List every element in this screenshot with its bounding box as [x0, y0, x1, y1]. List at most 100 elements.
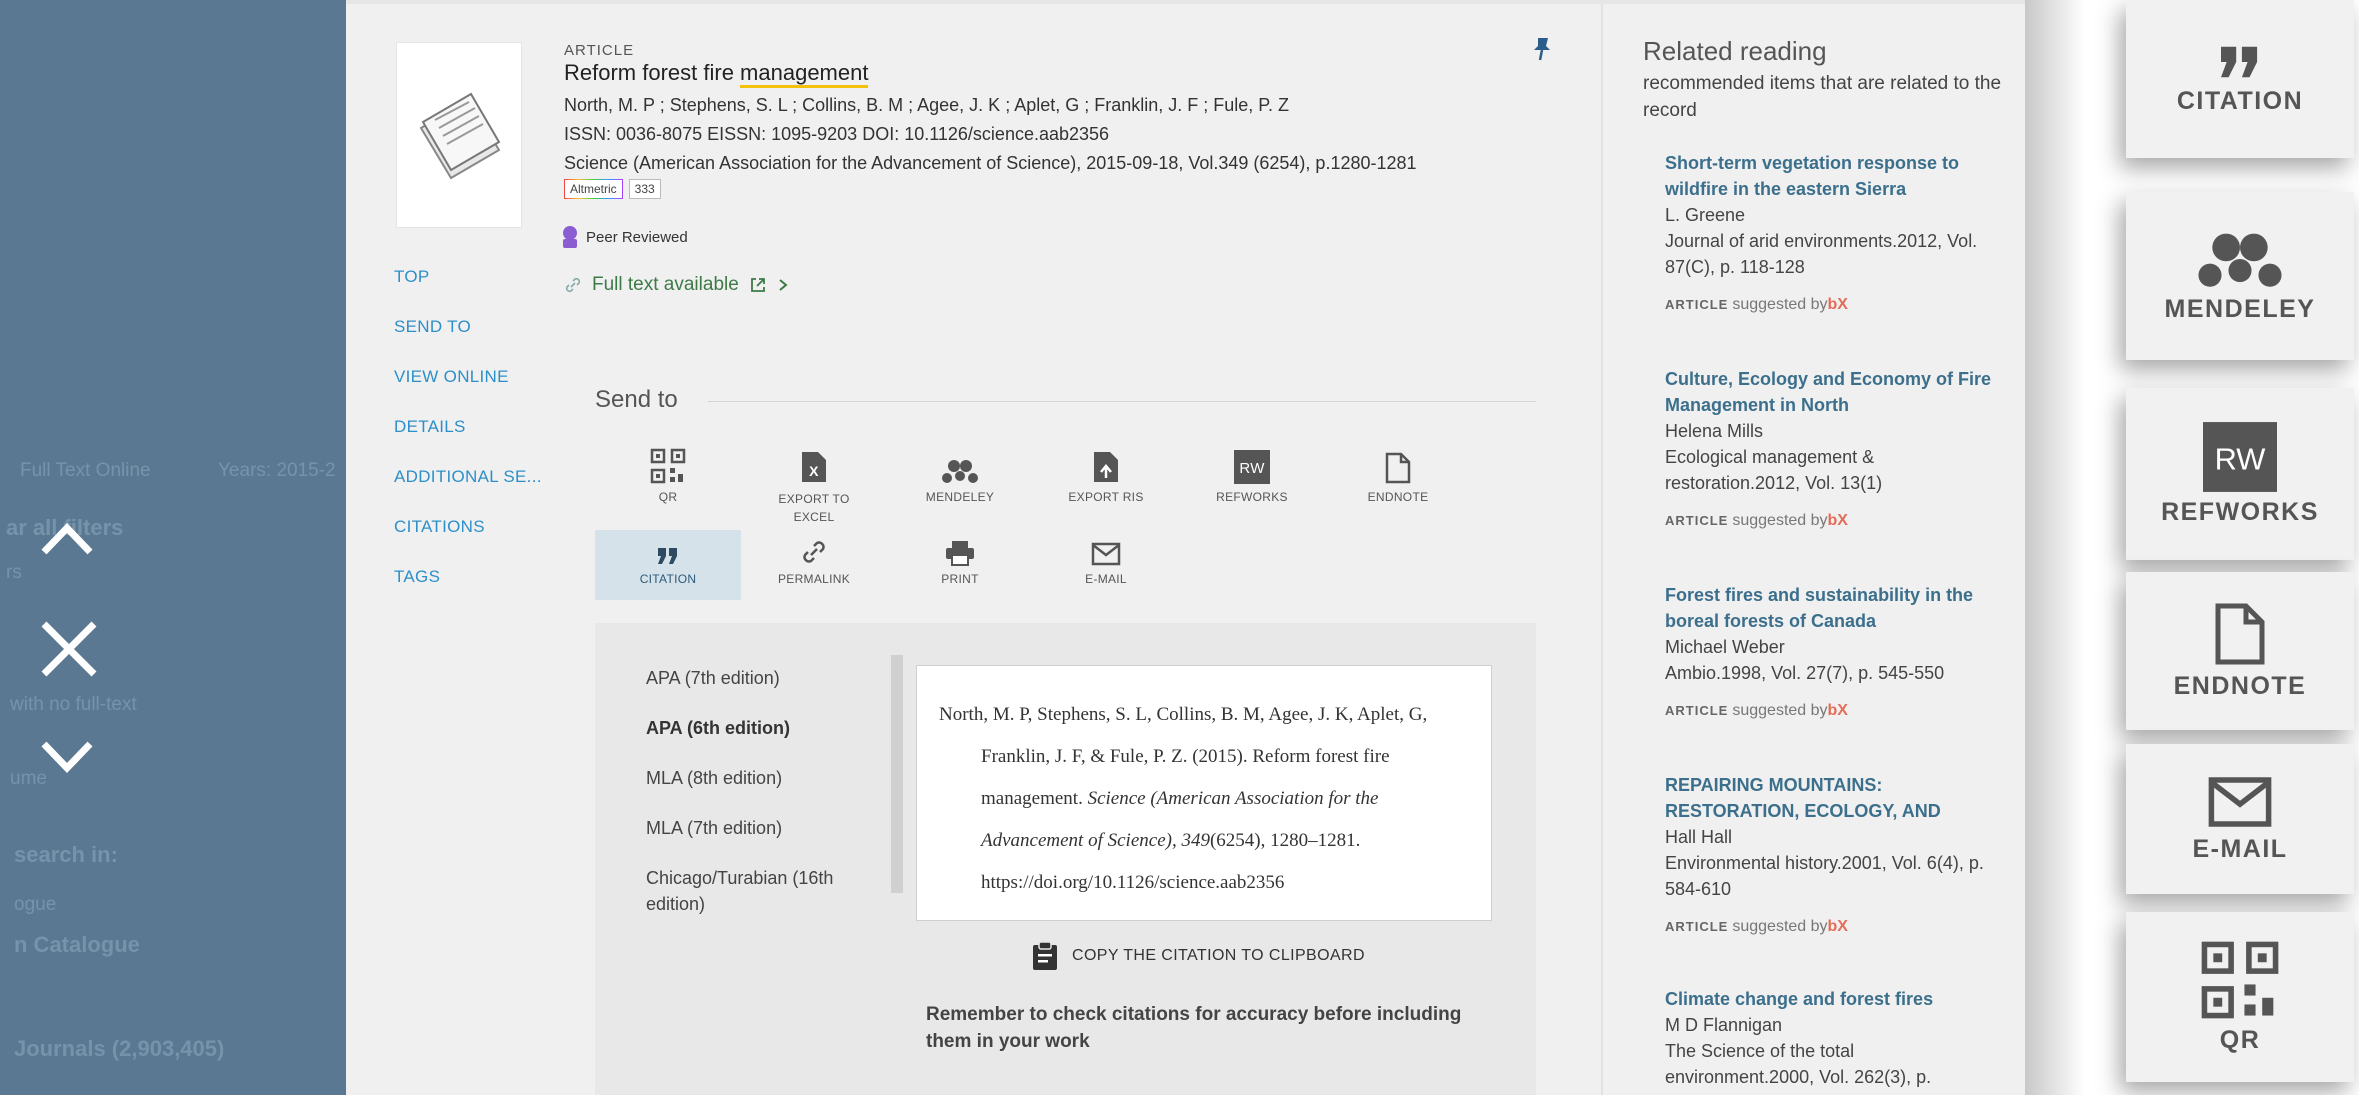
tile-refworks-label: REFWORKS: [2161, 497, 2319, 526]
citation-style-option[interactable]: APA (7th edition): [646, 665, 876, 691]
nav-additional-services[interactable]: ADDITIONAL SE...: [394, 467, 542, 487]
related-item-title[interactable]: Culture, Ecology and Economy of Fire Man…: [1665, 366, 1995, 418]
nav-view-online[interactable]: VIEW ONLINE: [394, 367, 509, 387]
related-item-title[interactable]: Forest fires and sustainability in the b…: [1665, 582, 1995, 634]
chevron-right-icon: [779, 279, 788, 291]
tile-email[interactable]: E-MAIL: [2126, 744, 2354, 894]
record-title-text: Reform forest fire: [564, 60, 741, 85]
suggested-type: ARTICLE: [1665, 919, 1729, 934]
tile-mendeley-label: MENDELEY: [2164, 294, 2316, 323]
action-endnote[interactable]: ENDNOTE: [1325, 444, 1471, 504]
citation-panel: APA (7th edition) APA (6th edition) MLA …: [595, 623, 1536, 1095]
bx-logo: bX: [1827, 702, 1848, 719]
bx-logo: bX: [1827, 918, 1848, 935]
tile-qr[interactable]: QR: [2126, 912, 2354, 1082]
print-icon: [946, 541, 974, 566]
pin-icon: [1534, 38, 1550, 61]
citation-styles-scrollbar[interactable]: [891, 655, 903, 893]
citation-text-box[interactable]: North, M. P, Stephens, S. L, Collins, B.…: [916, 665, 1492, 921]
action-export-ris-label: EXPORT RIS: [1068, 490, 1144, 504]
mendeley-icon: [2198, 233, 2282, 287]
suggested-text: suggested by: [1732, 702, 1828, 719]
close-icon: [41, 621, 97, 677]
ghost-filter-text: with no full-text: [10, 694, 137, 715]
suggested-text: suggested by: [1732, 512, 1828, 529]
record-title[interactable]: Reform forest fire management: [564, 60, 869, 88]
svg-text:RW: RW: [1239, 460, 1265, 477]
action-email[interactable]: E-MAIL: [1033, 542, 1179, 586]
action-permalink[interactable]: PERMALINK: [741, 541, 887, 586]
tile-qr-label: QR: [2219, 1025, 2261, 1054]
related-reading-title: Related reading: [1643, 36, 1827, 66]
mail-icon: [2208, 776, 2272, 827]
citation-style-option[interactable]: Chicago/Turabian (16th edition): [646, 865, 856, 917]
ghost-filter-text: Years: 2015-2: [218, 460, 336, 481]
results-overlay: Full Text Online Years: 2015-2 ar all fi…: [0, 0, 346, 1095]
related-item-title[interactable]: REPAIRING MOUNTAINS: RESTORATION, ECOLOG…: [1665, 772, 1995, 824]
related-item-title[interactable]: Climate change and forest fires: [1665, 986, 1995, 1012]
tile-endnote[interactable]: ENDNOTE: [2126, 572, 2354, 730]
related-item-suggested: ARTICLE suggested bybX: [1665, 292, 1995, 318]
record-thumbnail: [396, 42, 522, 228]
suggested-text: suggested by: [1732, 918, 1828, 935]
tile-citation-label: CITATION: [2176, 86, 2304, 115]
qr-icon: [650, 448, 686, 484]
nav-tags[interactable]: TAGS: [394, 567, 440, 587]
tile-refworks[interactable]: RW REFWORKS: [2126, 388, 2354, 560]
tile-endnote-label: ENDNOTE: [2173, 671, 2307, 700]
next-record-button[interactable]: [38, 738, 96, 776]
mail-icon: [1091, 542, 1121, 566]
close-record-button[interactable]: [38, 618, 100, 680]
nav-citations[interactable]: CITATIONS: [394, 517, 485, 537]
copy-citation-button[interactable]: COPY THE CITATION TO CLIPBOARD: [1032, 941, 1365, 971]
citation-reminder: Remember to check citations for accuracy…: [926, 1004, 1462, 1052]
action-permalink-label: PERMALINK: [777, 572, 851, 586]
peer-reviewed-badge: Peer Reviewed: [560, 225, 688, 249]
send-to-divider: [708, 401, 1536, 402]
related-item-suggested: ARTICLE suggested bybX: [1665, 914, 1995, 940]
ghost-filter-text: rs: [6, 562, 22, 583]
action-citation-label: CITATION: [639, 572, 697, 586]
action-mendeley[interactable]: MENDELEY: [887, 444, 1033, 504]
related-item-source: The Science of the total environment.200…: [1665, 1041, 1932, 1087]
endnote-icon: [1385, 452, 1411, 484]
tile-citation[interactable]: CITATION: [2126, 0, 2354, 158]
citation-style-option[interactable]: MLA (8th edition): [646, 765, 876, 791]
related-reading-panel: Related reading recommended items that a…: [1601, 4, 2025, 1095]
tile-mendeley[interactable]: MENDELEY: [2126, 192, 2354, 360]
record-main: ARTICLE Reform forest fire management No…: [346, 4, 1601, 1095]
nav-top[interactable]: TOP: [394, 267, 430, 287]
related-item-suggested: ARTICLE suggested bybX: [1665, 698, 1995, 724]
suggested-text: suggested by: [1732, 296, 1828, 313]
action-export-excel[interactable]: X EXPORT TO EXCEL: [741, 444, 887, 526]
action-citation[interactable]: CITATION: [595, 530, 741, 600]
ghost-filter-text: ogue: [14, 894, 57, 915]
previous-record-button[interactable]: [38, 520, 96, 558]
related-item-title[interactable]: Short-term vegetation response to wildfi…: [1665, 150, 1995, 202]
link-icon: [803, 541, 825, 563]
action-qr[interactable]: QR: [595, 444, 741, 504]
citation-style-option[interactable]: MLA (7th edition): [646, 815, 876, 841]
chevron-up-icon: [41, 522, 93, 555]
related-reading-subtitle: recommended items that are related to th…: [1643, 73, 2002, 121]
qr-icon: [2201, 941, 2279, 1018]
nav-send-to[interactable]: SEND TO: [394, 317, 471, 337]
bx-logo: bX: [1827, 296, 1848, 313]
excel-icon: X: [802, 452, 826, 482]
external-link-icon: [750, 278, 765, 292]
action-print[interactable]: PRINT: [887, 541, 1033, 586]
nav-details[interactable]: DETAILS: [394, 417, 466, 437]
action-endnote-label: ENDNOTE: [1367, 490, 1429, 504]
action-export-ris[interactable]: EXPORT RIS: [1033, 444, 1179, 504]
related-item-author: Helena Mills: [1665, 421, 1764, 441]
action-refworks[interactable]: RW REFWORKS: [1179, 444, 1325, 504]
full-text-link[interactable]: Full text available: [564, 274, 789, 296]
altmetric-badge[interactable]: Altmetric 333: [564, 179, 661, 199]
related-item-author: M D Flannigan: [1665, 1015, 1783, 1035]
record-type: ARTICLE: [564, 42, 635, 59]
svg-text:RW: RW: [2215, 441, 2266, 476]
record-title-highlight: management: [740, 60, 869, 88]
citation-style-option-selected[interactable]: APA (6th edition): [646, 715, 876, 741]
peer-reviewed-icon: [563, 226, 577, 248]
pin-record-button[interactable]: [1530, 36, 1554, 67]
